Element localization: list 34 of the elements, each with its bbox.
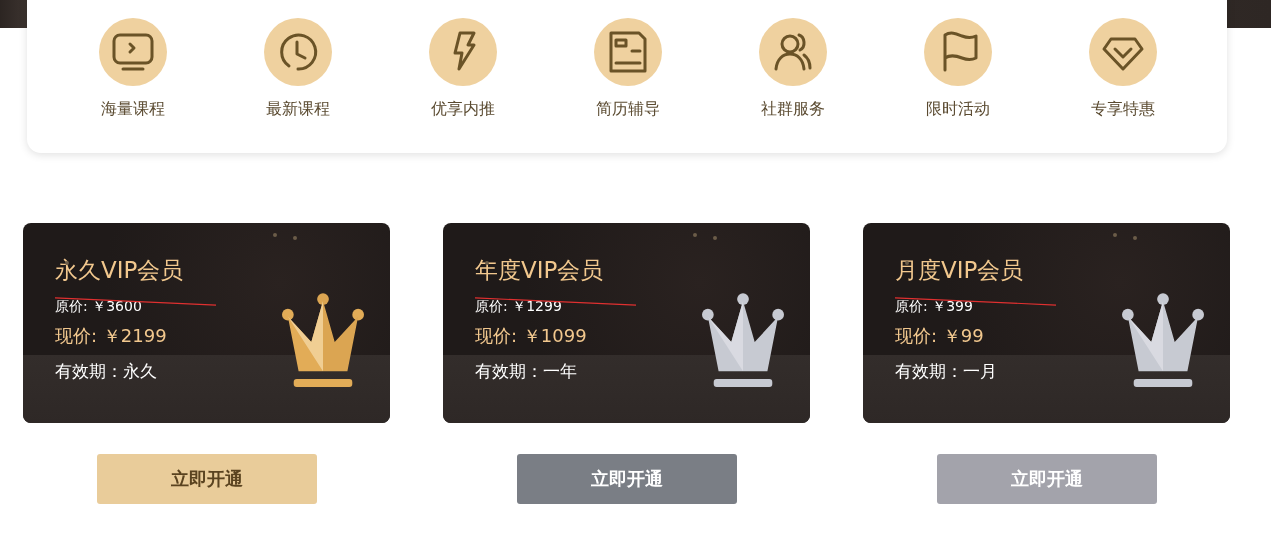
plan-title: 永久VIP会员 <box>55 256 184 285</box>
feature-label: 限时活动 <box>926 99 990 120</box>
document-icon <box>594 18 662 86</box>
validity-text: 有效期：一年 <box>475 360 577 383</box>
feature-link[interactable]: 优享内推 <box>429 18 497 153</box>
plan-title: 月度VIP会员 <box>895 256 1024 285</box>
activate-button[interactable]: 立即开通 <box>516 454 737 504</box>
validity-text: 有效期：一月 <box>895 360 997 383</box>
feature-label: 海量课程 <box>101 99 165 120</box>
clock-icon <box>264 18 332 86</box>
bolt-icon <box>429 18 497 86</box>
feature-link[interactable]: 社群服务 <box>759 18 827 153</box>
activate-button[interactable]: 立即开通 <box>96 454 317 504</box>
original-price: 原价: ￥3600 <box>55 298 142 314</box>
feature-link[interactable]: 专享特惠 <box>1089 18 1157 153</box>
feature-label: 社群服务 <box>761 99 825 120</box>
feature-link[interactable]: 限时活动 <box>924 18 992 153</box>
feature-link[interactable]: 最新课程 <box>264 18 332 153</box>
feature-link[interactable]: 海量课程 <box>99 18 167 153</box>
current-price: 现价: ￥99 <box>895 324 984 348</box>
current-price: 现价: ￥1099 <box>475 324 587 348</box>
original-price: 原价: ￥399 <box>895 298 973 314</box>
feature-label: 优享内推 <box>431 99 495 120</box>
people-icon <box>759 18 827 86</box>
feature-label: 简历辅导 <box>596 99 660 120</box>
feature-label: 最新课程 <box>266 99 330 120</box>
current-price: 现价: ￥2199 <box>55 324 167 348</box>
monitor-icon <box>99 18 167 86</box>
feature-label: 专享特惠 <box>1091 99 1155 120</box>
flag-icon <box>924 18 992 86</box>
feature-link[interactable]: 简历辅导 <box>594 18 662 153</box>
original-price: 原价: ￥1299 <box>475 298 562 314</box>
validity-text: 有效期：永久 <box>55 360 157 383</box>
plan-title: 年度VIP会员 <box>475 256 604 285</box>
